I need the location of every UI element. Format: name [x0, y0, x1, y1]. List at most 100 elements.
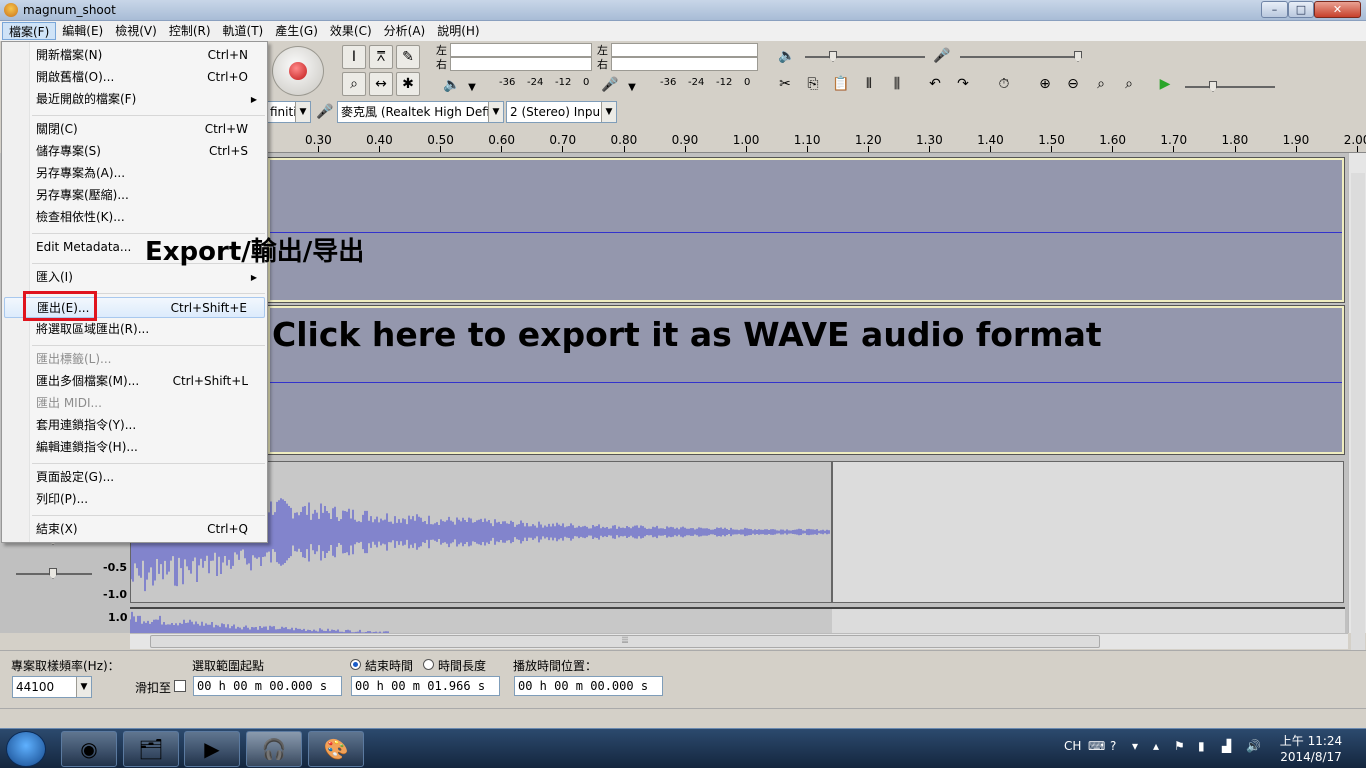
menu-item-print[interactable]: 列印(P)...: [4, 489, 265, 510]
ruler-tick-label: 0.50: [427, 133, 454, 147]
timeshift-tool-icon[interactable]: ↔: [369, 72, 393, 96]
end-time-label: 結束時間: [365, 659, 414, 673]
timeline-ruler[interactable]: 0.30 0.40 0.50 0.60 0.70 0.80 0.90 1.00 1.10 1.20…: [268, 127, 1366, 153]
battery-icon[interactable]: ▮: [1198, 739, 1205, 753]
menu-edit[interactable]: 編輯(E): [56, 22, 109, 40]
menu-item-apply-chain[interactable]: 套用連鎖指令(Y)...: [4, 415, 265, 436]
selection-end-field[interactable]: 00 h 00 m 01.966 s: [351, 676, 500, 696]
menu-item-label: 頁面設定(G)...: [36, 470, 115, 484]
empty-track-region-2[interactable]: [832, 607, 1345, 633]
paste-icon[interactable]: 📋: [829, 72, 853, 96]
menu-item-export-selection[interactable]: 將選取區域匯出(R)...: [4, 319, 265, 340]
length-radio[interactable]: [423, 659, 434, 670]
menu-tracks[interactable]: 軌道(T): [217, 22, 270, 40]
redo-icon[interactable]: ↷: [951, 72, 975, 96]
input-channels-select[interactable]: 2 (Stereo) Inpu ▼: [506, 101, 617, 123]
menu-item-save-project-as[interactable]: 另存專案為(A)...: [4, 163, 265, 184]
microphone-icon[interactable]: 🎤: [598, 73, 622, 97]
clock[interactable]: 上午 11:24 2014/8/17: [1278, 733, 1344, 765]
maximize-button[interactable]: □: [1288, 1, 1314, 18]
vertical-scrollbar-thumb[interactable]: [1351, 173, 1365, 653]
ruler-tick: [867, 146, 869, 152]
menu-file[interactable]: 檔案(F): [2, 22, 57, 40]
audio-track-1[interactable]: [267, 157, 1345, 303]
explorer-taskbar-icon[interactable]: 🗂: [123, 731, 179, 767]
chevron-down-icon[interactable]: ▼: [460, 75, 484, 99]
zoom-in-icon[interactable]: ⊕: [1033, 72, 1057, 96]
cut-icon[interactable]: ✂: [773, 72, 797, 96]
show-hidden-icons[interactable]: ▴: [1153, 739, 1159, 753]
sync-lock-icon[interactable]: ⏱: [992, 72, 1016, 96]
close-button[interactable]: ✕: [1314, 1, 1361, 18]
audio-host-select[interactable]: finitic ▼: [266, 101, 311, 123]
menu-item-edit-chains[interactable]: 編輯連鎖指令(H)...: [4, 437, 265, 458]
help-icon[interactable]: ?: [1110, 739, 1116, 753]
trim-icon[interactable]: ⫴: [857, 72, 881, 96]
silence-icon[interactable]: ⫼: [885, 72, 909, 96]
options-icon[interactable]: ▾: [1132, 739, 1138, 753]
menu-effect[interactable]: 效果(C): [324, 22, 378, 40]
menu-help[interactable]: 說明(H): [431, 22, 485, 40]
waveform-region-2[interactable]: [129, 607, 832, 635]
language-indicator[interactable]: CH: [1064, 739, 1081, 753]
selection-start-field[interactable]: 00 h 00 m 00.000 s: [193, 676, 342, 696]
menu-generate[interactable]: 產生(G): [269, 22, 324, 40]
play-at-speed-icon[interactable]: ▶: [1153, 72, 1177, 96]
record-button[interactable]: [272, 46, 324, 96]
envelope-tool-icon[interactable]: ⩞: [369, 45, 393, 69]
menu-analyze[interactable]: 分析(A): [378, 22, 432, 40]
horizontal-scrollbar-thumb[interactable]: ⦙⦙⦙: [150, 635, 1100, 648]
media-player-taskbar-icon[interactable]: ▶: [184, 731, 240, 767]
project-rate-select[interactable]: 44100 ▼: [12, 676, 92, 698]
playback-volume-slider[interactable]: [805, 56, 925, 58]
start-button[interactable]: [6, 731, 46, 767]
audacity-taskbar-icon[interactable]: 🎧: [246, 731, 302, 767]
menu-item-save-project[interactable]: 儲存專案(S) Ctrl+S: [4, 141, 265, 162]
audio-position-field[interactable]: 00 h 00 m 00.000 s: [514, 676, 663, 696]
menu-view[interactable]: 檢視(V): [109, 22, 163, 40]
paint-taskbar-icon[interactable]: 🎨: [308, 731, 364, 767]
multi-tool-icon[interactable]: ✱: [396, 72, 420, 96]
record-volume-slider[interactable]: [960, 56, 1082, 58]
zoom-tool-icon[interactable]: ⌕: [342, 72, 366, 96]
minimize-button[interactable]: –: [1261, 1, 1288, 18]
pan-thumb[interactable]: [49, 568, 57, 579]
volume-icon[interactable]: 🔊: [1246, 739, 1261, 753]
empty-track-region[interactable]: [832, 461, 1344, 603]
playback-meter-right: [450, 57, 592, 71]
play-speed-thumb[interactable]: [1209, 81, 1217, 92]
zoom-out-icon[interactable]: ⊖: [1061, 72, 1085, 96]
horizontal-scrollbar[interactable]: ⦙⦙⦙: [130, 633, 1348, 649]
selection-tool-icon[interactable]: I: [342, 45, 366, 69]
network-icon[interactable]: ▟: [1222, 739, 1231, 753]
menu-item-label: 匯出多個檔案(M)...: [36, 374, 140, 388]
menu-item-export-multiple[interactable]: 匯出多個檔案(M)... Ctrl+Shift+L: [4, 371, 265, 392]
window-title: magnum_shoot: [23, 3, 116, 17]
input-device-select[interactable]: 麥克風 (Realtek High Defin ▼: [337, 101, 504, 123]
copy-icon[interactable]: ⎘: [801, 72, 825, 96]
menu-item-new[interactable]: 開新檔案(N) Ctrl+N: [4, 45, 265, 66]
fit-project-icon[interactable]: ⌕: [1117, 72, 1141, 96]
chevron-down-icon[interactable]: ▼: [620, 75, 644, 99]
play-speed-slider[interactable]: [1185, 86, 1275, 88]
action-center-icon[interactable]: ⚑: [1174, 739, 1185, 753]
menu-item-recent[interactable]: 最近開啟的檔案(F) ▶: [4, 89, 265, 110]
vertical-scrollbar[interactable]: [1348, 153, 1366, 653]
menu-item-open[interactable]: 開啟舊檔(O)... Ctrl+O: [4, 67, 265, 88]
keyboard-icon[interactable]: ⌨: [1088, 739, 1105, 753]
menu-item-save-compressed[interactable]: 另存專案(壓縮)...: [4, 185, 265, 206]
record-volume-thumb[interactable]: [1074, 51, 1082, 62]
undo-icon[interactable]: ↶: [923, 72, 947, 96]
end-time-radio[interactable]: [350, 659, 361, 670]
chrome-taskbar-icon[interactable]: ◉: [61, 731, 117, 767]
menu-item-close[interactable]: 關閉(C) Ctrl+W: [4, 119, 265, 140]
draw-tool-icon[interactable]: ✎: [396, 45, 420, 69]
menu-item-import[interactable]: 匯入(I) ▶: [4, 267, 265, 288]
menu-item-check-dependencies[interactable]: 檢查相依性(K)...: [4, 207, 265, 228]
snap-to-checkbox[interactable]: [174, 680, 186, 692]
menu-item-exit[interactable]: 結束(X) Ctrl+Q: [4, 519, 265, 540]
fit-selection-icon[interactable]: ⌕: [1089, 72, 1113, 96]
playback-volume-thumb[interactable]: [829, 51, 837, 62]
menu-item-page-setup[interactable]: 頁面設定(G)...: [4, 467, 265, 488]
menu-control[interactable]: 控制(R): [163, 22, 217, 40]
